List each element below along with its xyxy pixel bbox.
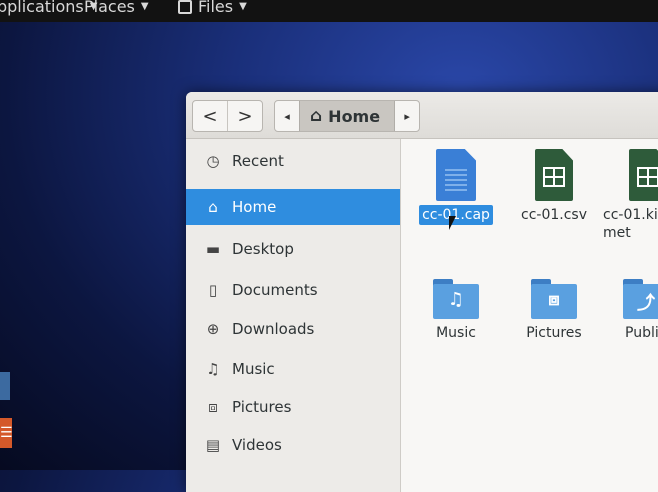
applications-menu-label: Applications [0, 0, 84, 16]
capture-file-icon [436, 149, 476, 201]
forward-button[interactable]: > [227, 101, 262, 131]
applications-menu[interactable]: Applications ▼ [0, 0, 97, 16]
file-icon-view: cc-01.cap cc-01.csv cc-01.kismet ♫ Music… [401, 139, 658, 492]
spreadsheet-icon [535, 149, 573, 201]
file-name: cc-01.cap [419, 205, 493, 225]
file-name: Music [436, 325, 476, 341]
music-icon: ♫ [206, 360, 220, 378]
path-crumb-home[interactable]: ⌂ Home [299, 101, 396, 131]
sidebar-item-label: Music [232, 360, 275, 378]
sidebar-item-recent[interactable]: ◷ Recent [186, 143, 400, 179]
sidebar-item-home[interactable]: ⌂ Home [186, 189, 400, 225]
sidebar-item-music[interactable]: ♫ Music [186, 351, 400, 387]
file-item-cc-01-csv[interactable]: cc-01.csv [507, 149, 601, 225]
chevron-left-icon: < [202, 105, 218, 127]
triangle-right-icon: ▸ [404, 109, 410, 123]
home-icon: ⌂ [310, 106, 323, 126]
sidebar-item-label: Pictures [232, 398, 292, 416]
path-scroll-left-button[interactable]: ◂ [275, 101, 299, 131]
chevron-down-icon: ▼ [239, 1, 247, 12]
sidebar-item-videos[interactable]: ▤ Videos [186, 427, 400, 463]
clock-icon: ◷ [206, 152, 220, 170]
sidebar-item-label: Downloads [232, 320, 315, 338]
file-name: cc-01.kismet [603, 207, 658, 241]
pictures-icon: ⧈ [208, 398, 218, 416]
sidebar-item-label: Documents [232, 281, 318, 299]
home-icon: ⌂ [208, 198, 218, 216]
file-item-cc-01-cap[interactable]: cc-01.cap [409, 149, 503, 225]
file-name: Pictures [526, 325, 582, 341]
file-name: Public [625, 325, 658, 341]
sidebar-item-label: Home [232, 198, 277, 216]
spreadsheet-icon [629, 149, 658, 201]
sidebar-item-label: Desktop [232, 240, 294, 258]
top-panel: Applications ▼ Places ▼ Files ▼ [0, 0, 658, 22]
file-manager-window: < > ◂ ⌂ Home ▸ ◷ Recent ⌂ Home ▬ Desktop… [186, 92, 658, 492]
sidebar-item-label: Recent [232, 152, 284, 170]
file-item-cc-01-kismet[interactable]: cc-01.kismet [603, 149, 658, 243]
sidebar-item-pictures[interactable]: ⧈ Pictures [186, 389, 400, 425]
path-bar: ◂ ⌂ Home ▸ [274, 100, 421, 132]
places-menu-label: Places [84, 0, 135, 16]
sidebar-item-documents[interactable]: ▯ Documents [186, 272, 400, 308]
download-icon: ⊕ [206, 320, 220, 338]
document-icon: ▯ [208, 281, 218, 299]
headerbar: < > ◂ ⌂ Home ▸ [186, 92, 658, 139]
triangle-left-icon: ◂ [284, 109, 290, 123]
public-folder-icon: ⤴ [623, 279, 658, 319]
back-button[interactable]: < [193, 101, 227, 131]
pictures-folder-icon: ⧈ [531, 279, 577, 319]
places-menu[interactable]: Places ▼ [84, 0, 149, 16]
files-menu[interactable]: Files ▼ [178, 0, 247, 16]
videos-icon: ▤ [205, 436, 221, 454]
places-sidebar: ◷ Recent ⌂ Home ▬ Desktop ▯ Documents ⊕ … [186, 139, 401, 492]
sidebar-item-downloads[interactable]: ⊕ Downloads [186, 311, 400, 347]
files-menu-label: Files [198, 0, 234, 16]
music-folder-icon: ♫ [433, 279, 479, 319]
dock-item[interactable] [0, 372, 10, 400]
mouse-pointer-icon [449, 216, 456, 230]
folder-icon: ▬ [205, 240, 221, 258]
folder-item-pictures[interactable]: ⧈ Pictures [507, 273, 601, 343]
file-name: cc-01.csv [521, 207, 587, 223]
dock-item[interactable]: ☰ [0, 418, 13, 448]
folder-item-music[interactable]: ♫ Music [409, 273, 503, 343]
chevron-right-icon: > [237, 105, 253, 127]
navigation-buttons: < > [192, 100, 263, 132]
files-app-icon [178, 0, 192, 14]
chevron-down-icon: ▼ [140, 1, 149, 12]
folder-item-public[interactable]: ⤴ Public [603, 273, 658, 343]
sidebar-item-label: Videos [232, 436, 282, 454]
path-scroll-right-button[interactable]: ▸ [395, 101, 419, 131]
path-crumb-label: Home [328, 106, 381, 126]
sidebar-item-desktop[interactable]: ▬ Desktop [186, 231, 400, 267]
